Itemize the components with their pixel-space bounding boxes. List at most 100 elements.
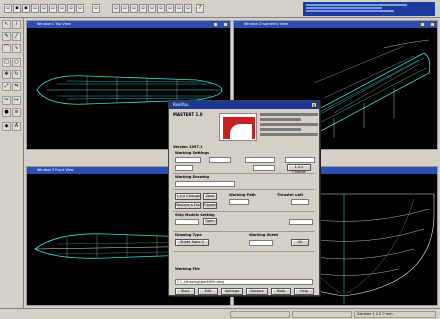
draw-icon[interactable]: ∕ — [12, 20, 21, 29]
divider — [173, 211, 315, 212]
app-window: ▫ ▪ ▪ ▫ ▫ ▫ ▫ ▫ ▫ ▫ ▫ ▫ ▫ ▫ ▫ ▫ ▫ ▫ ▫ ? … — [0, 0, 440, 319]
sheet-field[interactable] — [249, 240, 273, 246]
change-button[interactable]: 1.0.0 Change — [287, 164, 311, 174]
rotate-icon[interactable]: ↻ — [12, 70, 21, 79]
model-field[interactable] — [289, 219, 313, 225]
layer-icon[interactable]: ≡ — [12, 108, 21, 117]
save-button[interactable]: Save — [203, 193, 217, 200]
new-icon[interactable]: ▫ — [4, 4, 12, 13]
setting-field[interactable] — [175, 157, 201, 163]
circle-icon[interactable]: ○ — [12, 58, 21, 67]
disk-icon[interactable]: ▫ — [121, 4, 129, 13]
file-icon[interactable]: ▫ — [112, 4, 120, 13]
copy-icon[interactable]: ▫ — [49, 4, 57, 13]
setting-field[interactable] — [209, 157, 231, 163]
node-icon[interactable]: ◆ — [2, 122, 11, 131]
close-icon[interactable] — [430, 22, 435, 27]
move-icon[interactable]: ✥ — [2, 70, 11, 79]
start-button[interactable]: Start — [175, 288, 195, 295]
edit-button[interactable]: Edit — [198, 288, 218, 295]
working-sheet-label: Working Sheet — [249, 233, 279, 237]
clip-icon[interactable]: ▫ — [139, 4, 147, 13]
status-cell — [230, 311, 290, 318]
drawing-field[interactable] — [175, 181, 235, 187]
rect-icon[interactable]: □ — [2, 58, 11, 67]
setting-field[interactable] — [253, 165, 275, 171]
scale-icon[interactable]: ⤢ — [2, 82, 11, 91]
path-field[interactable] — [229, 199, 249, 205]
ship-models-label: Ship Models Setting — [175, 213, 215, 217]
open-button[interactable]: Open — [203, 218, 217, 225]
app-name: MASTERT 1.0 — [173, 112, 203, 117]
divider — [173, 173, 315, 174]
folder-icon[interactable]: ▫ — [130, 4, 138, 13]
extend-icon[interactable]: ↦ — [12, 96, 21, 105]
open-icon[interactable]: ▪ — [13, 4, 21, 13]
top-toolbar: ▫ ▪ ▪ ▫ ▫ ▫ ▫ ▫ ▫ ▫ ▫ ▫ ▫ ▫ ▫ ▫ ▫ ▫ ▫ ? — [0, 0, 440, 18]
setting-field[interactable] — [285, 157, 315, 163]
close-icon[interactable] — [223, 22, 228, 27]
thruster-unit-label: Thruster unit — [277, 193, 304, 197]
minimize-icon[interactable] — [213, 22, 218, 27]
working-drawing-label: Working Drawing — [175, 175, 210, 179]
restore-button[interactable]: Restore — [246, 288, 268, 295]
close-icon[interactable]: x — [311, 102, 317, 108]
viewport-title: Window 1 Top View — [27, 21, 230, 28]
minimize-icon[interactable] — [420, 22, 425, 27]
color-icon[interactable]: ● — [2, 108, 11, 117]
change-button[interactable]: 1.0.0 Change — [175, 193, 201, 200]
export-button[interactable]: Export — [203, 202, 217, 209]
status-cell — [292, 311, 352, 318]
arrow-icon[interactable]: ▫ — [166, 4, 174, 13]
restore-button[interactable]: Restore a File — [175, 202, 201, 209]
paste-icon[interactable]: ▫ — [58, 4, 66, 13]
redo-icon[interactable]: ▫ — [76, 4, 84, 13]
divider — [173, 251, 315, 252]
note-button[interactable]: Note — [271, 288, 291, 295]
ok-button[interactable]: OK — [291, 239, 309, 246]
divider — [173, 231, 315, 232]
zoom-icon[interactable]: ▫ — [175, 4, 183, 13]
working-path-label: Working Path — [229, 193, 256, 197]
setting-field[interactable] — [175, 165, 193, 171]
bracket-icon[interactable]: ▫ — [148, 4, 156, 13]
cut-icon[interactable]: ▫ — [40, 4, 48, 13]
dialog-title-bar: RealYou x — [169, 101, 319, 109]
undo-icon[interactable]: ▫ — [67, 4, 75, 13]
tool-palette: ↖ ∕ ✎ ╱ ⌒ ∿ □ ○ ✥ ↻ ⤢ ⇋ ✂ ↦ ● ≡ ◆ A — [0, 18, 24, 308]
save-icon[interactable]: ▪ — [22, 4, 30, 13]
thruster-field[interactable] — [291, 199, 309, 205]
pan-icon[interactable]: ▫ — [184, 4, 192, 13]
sheet-button[interactable]: Sheet Table 2 — [175, 239, 209, 246]
working-file-label: Working File — [175, 267, 200, 271]
status-bar: Solution 1 0 0 0 mm — [0, 308, 440, 319]
text-icon[interactable]: A — [12, 122, 21, 131]
paste-special-icon[interactable]: ▫ — [92, 4, 100, 13]
working-file-path: C:\..\drawing\work\file.dwg — [177, 280, 224, 284]
help-button[interactable]: Help — [294, 288, 314, 295]
print-icon[interactable]: ▫ — [31, 4, 39, 13]
drawing-type-label: Drawing Type — [175, 233, 202, 237]
working-file-field[interactable]: C:\..\drawing\work\file.dwg — [175, 279, 313, 285]
curve-icon[interactable]: ∿ — [12, 44, 21, 53]
dialog-title: RealYou — [173, 102, 189, 107]
pointer-icon[interactable]: ↖ — [2, 20, 11, 29]
divider — [173, 189, 315, 190]
help-icon[interactable]: ? — [196, 4, 204, 13]
pencil-icon[interactable]: ✎ — [2, 32, 11, 41]
status-cell: Solution 1 0 0 0 mm — [354, 311, 436, 318]
mirror-icon[interactable]: ⇋ — [12, 82, 21, 91]
copy2-icon[interactable]: ▫ — [157, 4, 165, 13]
settings-button[interactable]: Settings — [221, 288, 243, 295]
trim-icon[interactable]: ✂ — [2, 96, 11, 105]
version-label: Version 1997.1 — [173, 145, 203, 149]
arc-icon[interactable]: ⌒ — [2, 44, 11, 53]
setting-field[interactable] — [245, 157, 275, 163]
app-logo — [219, 113, 257, 141]
model-field[interactable] — [175, 219, 199, 225]
working-settings-label: Working Settings — [175, 151, 210, 155]
line-icon[interactable]: ╱ — [12, 32, 21, 41]
toolbar-title-panel — [303, 2, 435, 16]
viewport-title: Window 2 Isometric View — [234, 21, 437, 28]
company-info — [260, 113, 318, 138]
